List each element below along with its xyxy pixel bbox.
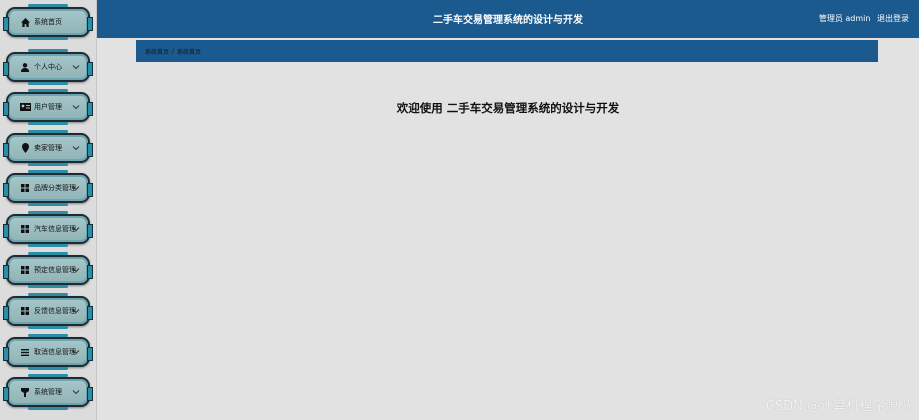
- top-header: 二手车交易管理系统的设计与开发 管理员 admin 退出登录: [97, 0, 919, 38]
- sidebar-item-label: 系统管理: [34, 388, 62, 396]
- sidebar-item-label: 卖家管理: [34, 144, 62, 152]
- breadcrumb-separator: /: [172, 47, 175, 55]
- sidebar-item-label: 系统首页: [34, 18, 62, 26]
- chevron-down-icon: [72, 390, 80, 395]
- breadcrumb: 系统首页 / 系统首页: [136, 40, 878, 62]
- grid-icon: [18, 304, 32, 318]
- welcome-heading: 欢迎使用 二手车交易管理系统的设计与开发: [0, 100, 919, 116]
- sidebar-item-label: 反馈信息管理: [34, 307, 76, 315]
- chevron-down-icon: [72, 227, 80, 232]
- sidebar-item-reservation-management[interactable]: 预定信息管理: [3, 252, 93, 288]
- chevron-down-icon: [72, 268, 80, 273]
- welcome-prefix: 欢迎使用: [396, 101, 443, 115]
- chevron-down-icon: [72, 350, 80, 355]
- breadcrumb-current: 系统首页: [177, 48, 202, 56]
- sidebar-item-system-management[interactable]: 系统管理: [3, 374, 93, 410]
- sidebar-item-seller-management[interactable]: 卖家管理: [3, 130, 93, 166]
- shield-icon: [18, 385, 32, 399]
- list-icon: [18, 345, 32, 359]
- sidebar: 系统首页 个人中心 用户管理 卖家管理 品牌分类管理 汽车信息管理 预定信息管理…: [0, 0, 97, 420]
- sidebar-item-label: 取消信息管理: [34, 348, 76, 356]
- sidebar-item-feedback-management[interactable]: 反馈信息管理: [3, 293, 93, 329]
- header-user-area: 管理员 admin 退出登录: [815, 13, 909, 24]
- sidebar-item-brand-category-management[interactable]: 品牌分类管理: [3, 170, 93, 206]
- logout-link[interactable]: 退出登录: [877, 14, 909, 23]
- user-icon: [18, 60, 32, 74]
- sidebar-item-label: 预定信息管理: [34, 266, 76, 274]
- grid-icon: [18, 181, 32, 195]
- grid-icon: [18, 263, 32, 277]
- grid-icon: [18, 222, 32, 236]
- welcome-system-name: 二手车交易管理系统的设计与开发: [446, 101, 620, 115]
- chevron-down-icon: [72, 65, 80, 70]
- sidebar-item-label: 个人中心: [34, 63, 62, 71]
- sidebar-item-personal-center[interactable]: 个人中心: [3, 49, 93, 85]
- sidebar-item-home[interactable]: 系统首页: [3, 4, 93, 40]
- chevron-down-icon: [72, 186, 80, 191]
- chevron-down-icon: [72, 309, 80, 314]
- app-title: 二手车交易管理系统的设计与开发: [433, 15, 583, 26]
- location-pin-icon: [18, 141, 32, 155]
- home-icon: [18, 15, 32, 29]
- watermark: CSDN @计算机程序源码: [765, 399, 911, 414]
- breadcrumb-root[interactable]: 系统首页: [145, 47, 169, 56]
- sidebar-item-label: 汽车信息管理: [34, 225, 76, 233]
- sidebar-item-cancel-management[interactable]: 取消信息管理: [3, 334, 93, 370]
- sidebar-item-car-info-management[interactable]: 汽车信息管理: [3, 211, 93, 247]
- sidebar-item-label: 品牌分类管理: [34, 184, 76, 192]
- chevron-down-icon: [72, 146, 80, 151]
- current-user-label: 管理员 admin: [818, 14, 871, 23]
